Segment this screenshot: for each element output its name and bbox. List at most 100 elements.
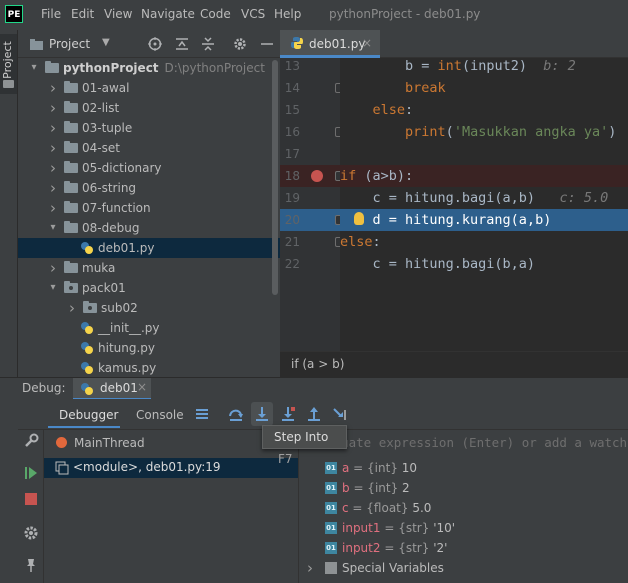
chevron-right-icon[interactable]: ›: [47, 158, 59, 178]
tree-item[interactable]: ▾ pythonProject D:\pythonProject: [18, 58, 280, 78]
tree-item[interactable]: › 02-list: [18, 98, 280, 118]
run-to-cursor-icon[interactable]: [332, 406, 348, 422]
menu-file[interactable]: File: [41, 7, 61, 21]
variable-value: 10: [401, 461, 418, 475]
variable-type: = {int}: [349, 461, 402, 475]
folder-icon: [64, 261, 78, 273]
tree-item[interactable]: › 01-awal: [18, 78, 280, 98]
collapse-all-icon[interactable]: [175, 37, 189, 51]
stop-icon[interactable]: [23, 491, 39, 507]
settings-icon[interactable]: [23, 525, 39, 541]
code-line[interactable]: break: [340, 77, 628, 99]
frame-row[interactable]: <module>, deb01.py:19: [44, 458, 298, 478]
tree-item[interactable]: › sub02: [18, 298, 280, 318]
code-line[interactable]: d = hitung.kurang(a,b): [340, 209, 628, 231]
chevron-right-icon[interactable]: ›: [47, 138, 59, 158]
tab-debugger[interactable]: Debugger: [48, 403, 120, 428]
lightbulb-icon[interactable]: [354, 212, 364, 225]
menu-edit[interactable]: Edit: [71, 7, 94, 21]
breakpoint-icon[interactable]: [311, 170, 323, 182]
chevron-right-icon[interactable]: ›: [66, 298, 78, 318]
gutter-line[interactable]: 19: [280, 187, 340, 209]
tree-item[interactable]: › 03-tuple: [18, 118, 280, 138]
chevron-right-icon[interactable]: ›: [307, 558, 313, 578]
code-line[interactable]: else:: [340, 99, 628, 121]
close-icon[interactable]: ×: [362, 36, 372, 50]
layout-menu-icon[interactable]: [195, 407, 209, 421]
tree-item[interactable]: __init__.py: [18, 318, 280, 338]
step-out-icon[interactable]: [306, 406, 322, 422]
gutter-line[interactable]: 18: [280, 165, 344, 187]
close-icon[interactable]: ×: [137, 380, 147, 394]
step-over-icon[interactable]: [228, 406, 244, 422]
special-variables-row[interactable]: › Special Variables: [299, 558, 628, 578]
variable-row[interactable]: 01 input2 = {str} '2': [299, 538, 628, 558]
tree-item[interactable]: ▾ pack01: [18, 278, 280, 298]
menu-navigate[interactable]: Navigate: [141, 7, 195, 21]
tree-item[interactable]: › muka: [18, 258, 280, 278]
menu-vcs[interactable]: VCS: [241, 7, 265, 21]
chevron-right-icon[interactable]: ›: [47, 98, 59, 118]
variable-name: c: [342, 501, 349, 515]
wrench-icon[interactable]: [23, 433, 39, 449]
code-line[interactable]: else:: [340, 231, 628, 253]
tree-item[interactable]: › 06-string: [18, 178, 280, 198]
code-line[interactable]: c = hitung.bagi(a,b) c: 5.0: [340, 187, 628, 209]
variable-row[interactable]: 01 input1 = {str} '10': [299, 518, 628, 538]
gutter-line[interactable]: 21: [280, 231, 344, 253]
chevron-right-icon[interactable]: ›: [47, 178, 59, 198]
thread-name[interactable]: MainThread: [74, 436, 145, 450]
variable-row[interactable]: 01 c = {float} 5.0: [299, 498, 628, 518]
watch-input[interactable]: Evaluate expression (Enter) or add a wat…: [299, 430, 628, 456]
step-into-button[interactable]: [251, 402, 273, 426]
gutter-line[interactable]: 16: [280, 121, 344, 143]
tree-item[interactable]: › 04-set: [18, 138, 280, 158]
chevron-right-icon[interactable]: ›: [47, 198, 59, 218]
gutter-line[interactable]: 15: [280, 99, 340, 121]
code-area[interactable]: b = int(input2) b: 2 break else: print('…: [340, 58, 628, 351]
variable-list: 01 a = {int} 10 01 b = {int} 2 01 c = {float}…: [299, 458, 628, 583]
menu-help[interactable]: Help: [274, 7, 301, 21]
step-into-my-code-icon[interactable]: [280, 406, 296, 422]
folder-icon: [64, 121, 78, 133]
tree-item[interactable]: hitung.py: [18, 338, 280, 358]
code-line[interactable]: print('Masukkan angka ya'): [340, 121, 628, 143]
menu-code[interactable]: Code: [200, 7, 231, 21]
code-line[interactable]: if (a>b):: [340, 165, 628, 187]
expand-all-icon[interactable]: [201, 37, 215, 51]
chevron-down-icon[interactable]: ▾: [47, 278, 59, 298]
gear-icon[interactable]: [233, 37, 247, 51]
chevron-right-icon[interactable]: ›: [47, 78, 59, 98]
gutter-line[interactable]: 17: [280, 143, 340, 165]
chevron-right-icon[interactable]: ›: [47, 118, 59, 138]
gutter-line[interactable]: 14: [280, 77, 344, 99]
chevron-down-icon[interactable]: ▾: [28, 58, 40, 78]
minimize-icon[interactable]: [260, 37, 274, 51]
gutter-line[interactable]: 13: [280, 55, 340, 77]
tree-item[interactable]: deb01.py: [18, 238, 280, 258]
resume-icon[interactable]: [23, 465, 39, 481]
tab-console[interactable]: Console: [136, 408, 184, 422]
chevron-right-icon[interactable]: ›: [47, 258, 59, 278]
tree-scrollbar[interactable]: [272, 60, 278, 295]
chevron-down-icon[interactable]: ▼: [102, 37, 110, 48]
tab-deb01[interactable]: deb01.py ×: [280, 30, 380, 58]
menu-view[interactable]: View: [104, 7, 132, 21]
gutter-line[interactable]: 22: [280, 253, 340, 275]
code-line[interactable]: b = int(input2) b: 2: [340, 58, 628, 77]
variable-row[interactable]: 01 b = {int} 2: [299, 478, 628, 498]
debug-config-tab[interactable]: deb01 ×: [73, 378, 151, 400]
tree-item[interactable]: › 05-dictionary: [18, 158, 280, 178]
tree-item[interactable]: › 07-function: [18, 198, 280, 218]
tree-item[interactable]: kamus.py: [18, 358, 280, 377]
target-icon[interactable]: [148, 37, 162, 51]
python-icon: [81, 383, 93, 395]
chevron-down-icon[interactable]: ▾: [47, 218, 59, 238]
code-line[interactable]: c = hitung.bagi(b,a): [340, 253, 628, 275]
editor-breadcrumb[interactable]: if (a > b): [280, 351, 628, 377]
gutter-line[interactable]: 20: [280, 209, 344, 231]
variable-row[interactable]: 01 a = {int} 10: [299, 458, 628, 478]
tree-item[interactable]: ▾ 08-debug: [18, 218, 280, 238]
code-line[interactable]: [340, 143, 628, 165]
pin-icon[interactable]: [23, 557, 39, 573]
